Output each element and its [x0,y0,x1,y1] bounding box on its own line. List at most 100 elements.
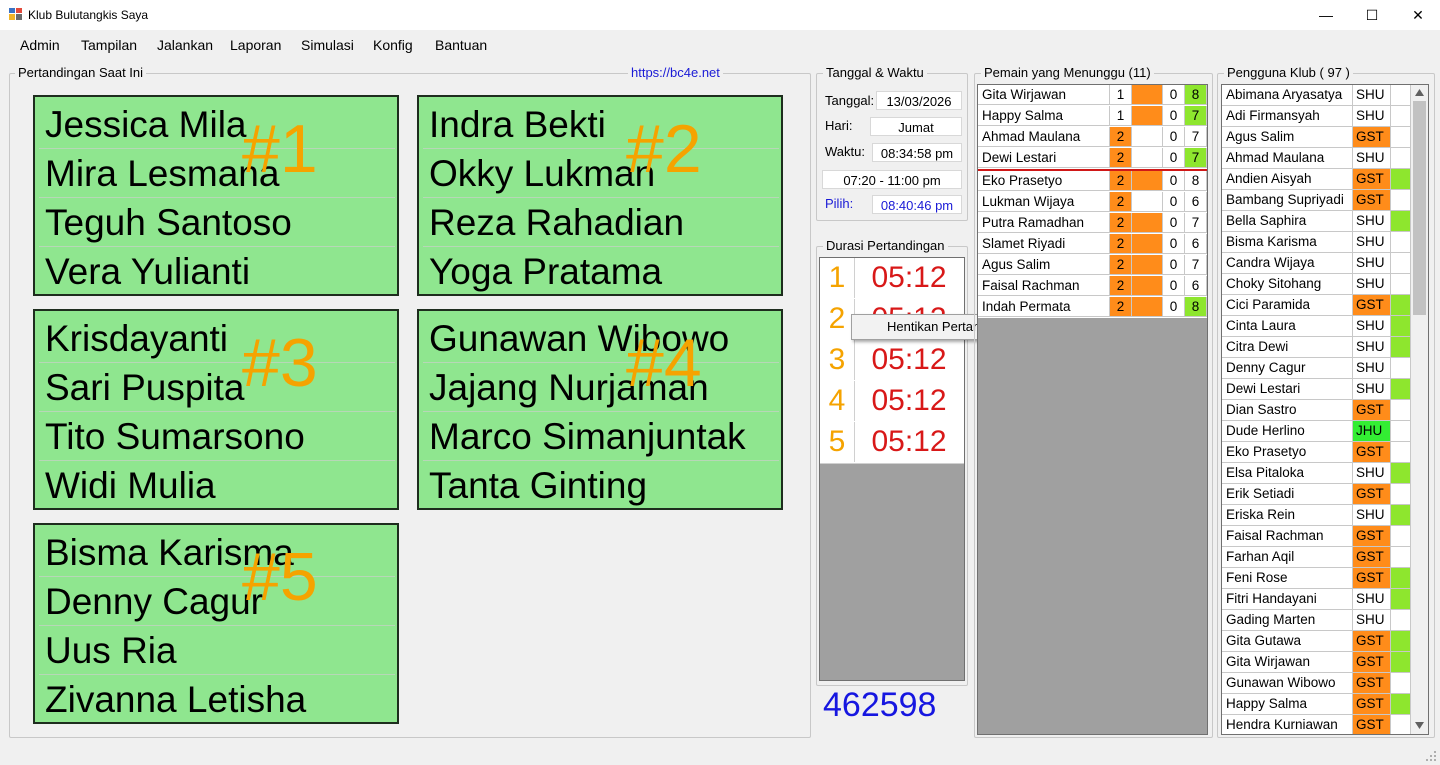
duration-row[interactable]: 3 05:12 [820,340,964,382]
waiting-games-played: 2 [1110,171,1132,191]
user-row[interactable]: Feni Rose GST [1222,568,1411,589]
close-button[interactable]: ✕ [1395,0,1440,30]
user-flag [1391,505,1411,526]
user-name: Happy Salma [1222,694,1353,715]
user-status: GST [1353,127,1391,148]
waiting-player-name: Lukman Wijaya [978,192,1110,212]
menu-admin[interactable]: Admin [20,37,60,53]
user-row[interactable]: Dude Herlino JHU [1222,421,1411,442]
user-row[interactable]: Elsa Pitaloka SHU [1222,463,1411,484]
user-row[interactable]: Erik Setiadi GST [1222,484,1411,505]
user-row[interactable]: Eko Prasetyo GST [1222,442,1411,463]
user-row[interactable]: Hendra Kurniawan GST [1222,715,1411,734]
waiting-player-row[interactable]: Putra Ramadhan 2 0 7 [978,213,1207,234]
datetime-title: Tanggal & Waktu [823,65,927,80]
waiting-player-name: Happy Salma [978,106,1110,126]
user-row[interactable]: Dian Sastro GST [1222,400,1411,421]
user-row[interactable]: Agus Salim GST [1222,127,1411,148]
user-row[interactable]: Gunawan Wibowo GST [1222,673,1411,694]
waiting-player-row[interactable]: Agus Salim 2 0 7 [978,255,1207,276]
user-row[interactable]: Happy Salma GST [1222,694,1411,715]
time-field[interactable]: 08:34:58 pm [872,143,962,162]
user-row[interactable]: Candra Wijaya SHU [1222,253,1411,274]
court-player: Gunawan Wibowo [423,315,779,363]
user-row[interactable]: Bambang Supriyadi GST [1222,190,1411,211]
user-row[interactable]: Dewi Lestari SHU [1222,379,1411,400]
duration-row[interactable]: 5 05:12 [820,422,964,464]
maximize-button[interactable]: ☐ [1349,0,1395,30]
court-3[interactable]: Krisdayanti Sari Puspita Tito Sumarsono … [33,309,399,510]
waiting-player-row[interactable]: Happy Salma 1 0 7 [978,106,1207,127]
scroll-thumb[interactable] [1413,101,1426,315]
user-row[interactable]: Gading Marten SHU [1222,610,1411,631]
duration-court-number: 2 [820,299,855,339]
user-row[interactable]: Fitri Handayani SHU [1222,589,1411,610]
user-row[interactable]: Cici Paramida GST [1222,295,1411,316]
user-row[interactable]: Cinta Laura SHU [1222,316,1411,337]
user-row[interactable]: Farhan Aqil GST [1222,547,1411,568]
waiting-count-b: 0 [1163,106,1185,126]
user-row[interactable]: Ahmad Maulana SHU [1222,148,1411,169]
user-row[interactable]: Andien Aisyah GST [1222,169,1411,190]
scroll-down-icon[interactable] [1415,722,1424,729]
waiting-players-list[interactable]: Gita Wirjawan 1 0 8 Happy Salma 1 0 7 Ah… [977,84,1208,735]
session-range-field[interactable]: 07:20 - 11:00 pm [822,170,962,189]
user-row[interactable]: Abimana Aryasatya SHU [1222,85,1411,106]
user-flag [1391,211,1411,232]
website-link[interactable]: https://bc4e.net [628,65,723,80]
court-player: Sari Puspita [39,364,395,412]
user-flag [1391,442,1411,463]
menu-konfig[interactable]: Konfig [373,37,413,53]
user-row[interactable]: Bisma Karisma SHU [1222,232,1411,253]
waiting-player-row[interactable]: Eko Prasetyo 2 0 8 [978,171,1207,192]
user-row[interactable]: Bella Saphira SHU [1222,211,1411,232]
waiting-player-row[interactable]: Dewi Lestari 2 0 7 [978,148,1207,171]
user-status: GST [1353,547,1391,568]
duration-row[interactable]: 1 05:12 [820,258,964,300]
duration-time: 05:12 [871,261,947,294]
user-row[interactable]: Eriska Rein SHU [1222,505,1411,526]
court-5[interactable]: Bisma Karisma Denny Cagur Uus Ria Zivann… [33,523,399,724]
menu-jalankan[interactable]: Jalankan [157,37,213,53]
waiting-player-row[interactable]: Slamet Riyadi 2 0 6 [978,234,1207,255]
club-users-list[interactable]: Abimana Aryasatya SHU Adi Firmansyah SHU… [1221,84,1429,735]
user-name: Eriska Rein [1222,505,1353,526]
pick-time-field[interactable]: 08:40:46 pm [872,195,962,214]
day-field[interactable]: Jumat [870,117,962,136]
user-name: Bambang Supriyadi [1222,190,1353,211]
waiting-flag-cell [1132,148,1163,168]
user-status: GST [1353,400,1391,421]
user-name: Eko Prasetyo [1222,442,1353,463]
counter-display: 462598 [823,686,937,724]
user-flag [1391,694,1411,715]
user-row[interactable]: Gita Gutawa GST [1222,631,1411,652]
waiting-player-row[interactable]: Ahmad Maulana 2 0 7 [978,127,1207,148]
waiting-count-c: 8 [1185,85,1207,105]
court-1[interactable]: Jessica Mila Mira Lesmana Teguh Santoso … [33,95,399,296]
menu-tampilan[interactable]: Tampilan [81,37,137,53]
waiting-player-row[interactable]: Lukman Wijaya 2 0 6 [978,192,1207,213]
user-row[interactable]: Adi Firmansyah SHU [1222,106,1411,127]
users-scrollbar[interactable] [1411,85,1428,734]
court-2[interactable]: Indra Bekti Okky Lukman Reza Rahadian Yo… [417,95,783,296]
user-name: Gunawan Wibowo [1222,673,1353,694]
user-row[interactable]: Gita Wirjawan GST [1222,652,1411,673]
user-row[interactable]: Faisal Rachman GST [1222,526,1411,547]
waiting-player-row[interactable]: Indah Permata 2 0 8 [978,297,1207,318]
scroll-up-icon[interactable] [1415,89,1424,96]
menu-bantuan[interactable]: Bantuan [435,37,487,53]
date-field[interactable]: 13/03/2026 [876,91,962,110]
menu-laporan[interactable]: Laporan [230,37,281,53]
user-row[interactable]: Denny Cagur SHU [1222,358,1411,379]
court-4[interactable]: Gunawan Wibowo Jajang Nurjaman Marco Sim… [417,309,783,510]
waiting-player-row[interactable]: Faisal Rachman 2 0 6 [978,276,1207,297]
waiting-player-row[interactable]: Gita Wirjawan 1 0 8 [978,85,1207,106]
user-row[interactable]: Choky Sitohang SHU [1222,274,1411,295]
resize-grip-icon[interactable] [1426,751,1437,762]
menu-simulasi[interactable]: Simulasi [301,37,354,53]
user-status: SHU [1353,85,1391,106]
minimize-button[interactable]: — [1303,0,1349,30]
waiting-players-title: Pemain yang Menunggu (11) [981,65,1154,80]
user-row[interactable]: Citra Dewi SHU [1222,337,1411,358]
duration-row[interactable]: 4 05:12 [820,381,964,423]
